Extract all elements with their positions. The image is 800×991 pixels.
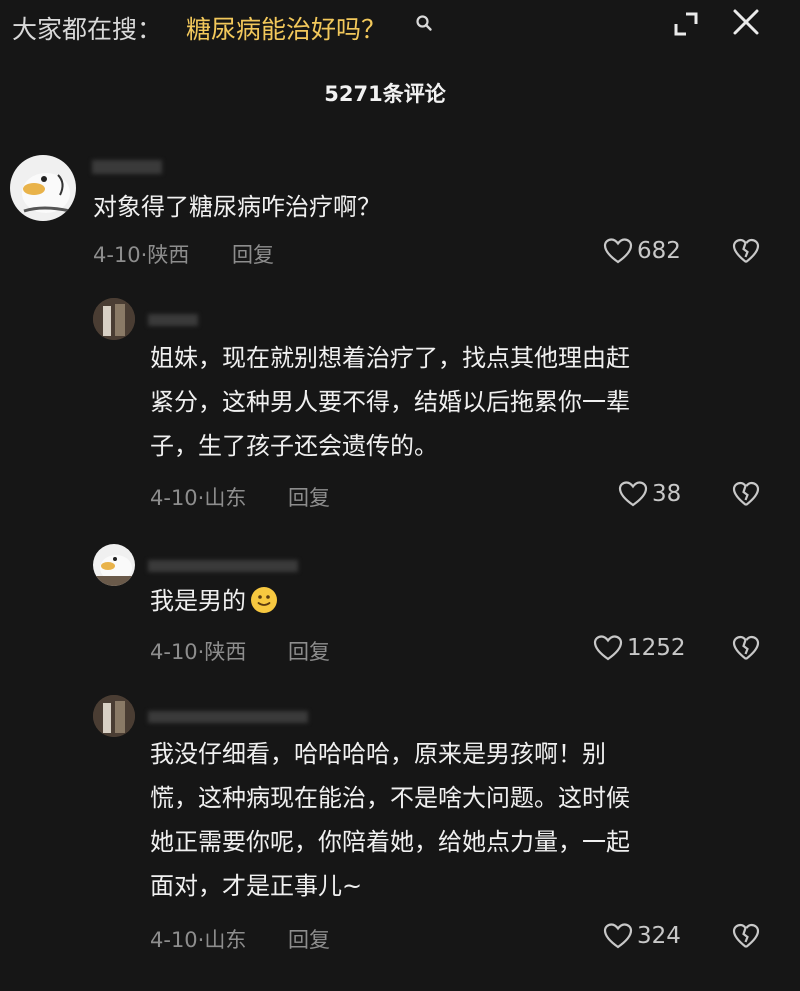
like-button[interactable]: 1252 — [593, 633, 686, 663]
comment-text: 我没仔细看，哈哈哈哈，原来是男孩啊！别 慌，这种病现在能治，不是啥大问题。这时候… — [150, 740, 630, 900]
heart-icon — [603, 923, 633, 949]
top-bar: 大家都在搜： 糖尿病能治好吗？ — [0, 0, 800, 52]
comment-date-location: 4-10·山东 — [150, 486, 247, 510]
like-count: 38 — [652, 481, 682, 507]
comment-date-location: 4-10·陕西 — [150, 640, 247, 664]
comment-count: 5271条评论 — [324, 82, 446, 106]
reply-button[interactable]: 回复 — [288, 482, 330, 512]
username-redacted[interactable] — [148, 711, 308, 723]
search-suggestion-link[interactable]: 糖尿病能治好吗？ — [186, 10, 386, 46]
close-icon[interactable] — [732, 8, 760, 36]
avatar[interactable] — [93, 298, 135, 340]
reply-button[interactable]: 回复 — [288, 924, 330, 954]
broken-heart-icon[interactable] — [732, 237, 760, 265]
username-redacted[interactable] — [148, 314, 198, 326]
search-icon[interactable] — [415, 14, 433, 32]
comment-text: 对象得了糖尿病咋治疗啊？ — [93, 193, 381, 221]
broken-heart-icon[interactable] — [732, 922, 760, 950]
heart-icon — [603, 238, 633, 264]
heart-icon — [618, 481, 648, 507]
avatar[interactable] — [93, 544, 135, 586]
avatar[interactable] — [93, 695, 135, 737]
comment-date-location: 4-10·山东 — [150, 928, 247, 952]
like-count: 324 — [637, 923, 681, 949]
like-count: 1252 — [627, 635, 686, 661]
username-redacted[interactable] — [92, 160, 162, 174]
expand-icon[interactable] — [670, 8, 702, 40]
comment-text: 姐妹，现在就别想着治疗了，找点其他理由赶 紧分，这种男人要不得，结婚以后拖累你一… — [150, 344, 630, 460]
heart-icon — [593, 635, 623, 661]
search-prefix: 大家都在搜： — [12, 15, 163, 44]
comment-date-location: 4-10·陕西 — [93, 243, 190, 267]
username-redacted[interactable] — [148, 560, 298, 572]
like-count: 682 — [637, 238, 681, 264]
reply-button[interactable]: 回复 — [232, 239, 274, 269]
comment-text: 我是男的 — [150, 579, 278, 623]
like-button[interactable]: 682 — [603, 236, 681, 266]
smiling-face-emoji — [251, 587, 277, 613]
like-button[interactable]: 38 — [618, 479, 681, 509]
like-button[interactable]: 324 — [603, 921, 681, 951]
reply-button[interactable]: 回复 — [288, 636, 330, 666]
avatar[interactable] — [10, 155, 76, 221]
broken-heart-icon[interactable] — [732, 634, 760, 662]
broken-heart-icon[interactable] — [732, 480, 760, 508]
